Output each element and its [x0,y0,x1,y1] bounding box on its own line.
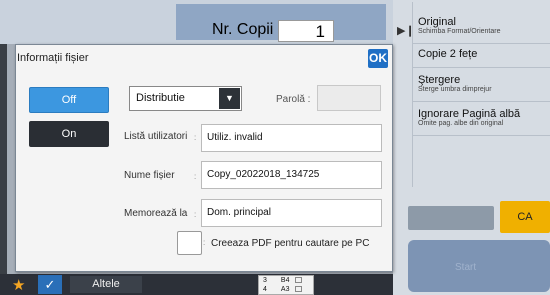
start-button[interactable] [408,240,550,292]
distribution-select-value: Distributie [136,92,185,104]
password-field [317,85,381,111]
disabled-action-button [408,206,494,230]
field-colon: : [203,238,206,247]
pdf-search-checkbox[interactable] [177,231,202,255]
off-toggle-button[interactable]: Off [29,87,109,113]
checkbox-icon [295,277,303,284]
altele-button[interactable]: Altele [70,276,142,293]
start-label: Start [455,262,477,273]
setting-erase-subtitle: Sterge umbra dimprejur [418,86,492,93]
on-toggle-button[interactable]: On [29,121,109,147]
setting-blank-page-skip[interactable]: Ignorare Pagină albă Omite pag. albe din… [412,106,550,136]
file-name-field[interactable]: Copy_02022018_134725 [201,161,382,189]
paper-size: B4 [280,277,290,284]
setting-original-title: Original [418,16,456,28]
setting-blank-page-subtitle: Omite pag. albe din original [418,120,504,127]
setting-original[interactable]: Original Schimba Format/Orientare [412,14,550,44]
paper-row: 4 A3 [263,286,303,293]
setting-erase[interactable]: Ştergere Sterge umbra dimprejur [412,72,550,102]
paper-tray-list[interactable]: 3 B4 4 A3 [258,275,314,295]
left-edge-tabs [0,44,7,274]
setting-duplex-copy[interactable]: Copie 2 fețe [412,46,550,68]
user-list-label: Listă utilizatori [124,131,188,142]
dropdown-arrow-icon[interactable]: ▼ [219,88,240,109]
field-colon: : [194,210,197,219]
paper-size: A3 [280,286,290,293]
paper-tray-number: 4 [263,286,267,293]
copies-input[interactable]: 1 [278,20,334,42]
setting-erase-title: Ştergere [418,74,461,86]
dialog-title: Informații fișier [17,52,89,64]
paper-tray-number: 3 [263,277,267,284]
distribution-select[interactable]: Distributie ▼ [129,86,242,111]
setting-blank-page-title: Ignorare Pagină albă [418,108,521,120]
file-name-label: Nume fișier [124,170,175,181]
checkbox-icon [295,286,303,293]
setting-duplex-title: Copie 2 fețe [418,48,478,60]
ok-button[interactable]: OK [368,49,388,68]
ca-button[interactable]: CA [500,201,550,233]
file-name-value: Copy_02022018_134725 [207,169,320,180]
save-in-field[interactable]: Dom. principal [201,199,382,227]
field-colon: : [194,133,197,142]
copies-label: Nr. Copii [212,21,274,38]
password-label: Parolă : [276,94,311,105]
save-in-label: Memorează la [124,208,188,219]
field-colon: : [194,172,197,181]
save-in-value: Dom. principal [207,207,271,218]
user-list-value: Utiliz. invalid [207,132,263,143]
user-list-field[interactable]: Utiliz. invalid [201,124,382,152]
pdf-search-label: Creeaza PDF pentru cautare pe PC [211,238,370,249]
checkmark-icon[interactable]: ✓ [38,275,62,294]
star-icon[interactable]: ★ [12,276,25,294]
password-label-text: Parolă [276,94,305,105]
setting-original-subtitle: Schimba Format/Orientare [418,28,501,35]
copies-value: 1 [315,22,325,41]
paper-row: 3 B4 [263,277,303,284]
